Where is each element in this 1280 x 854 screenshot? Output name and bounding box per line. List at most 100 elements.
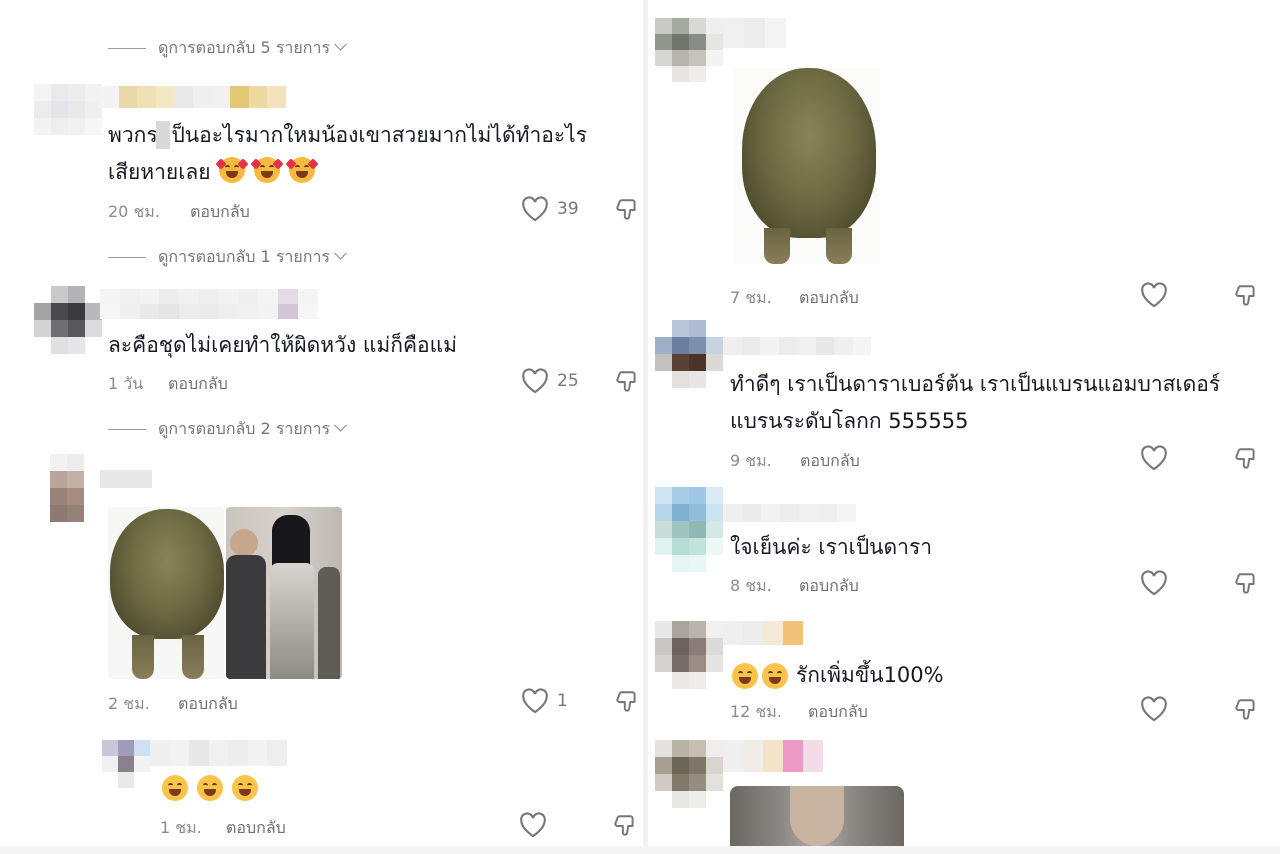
view-replies-label: ดูการตอบกลับ 2 รายการ (158, 419, 331, 438)
tortoise-shell-image (742, 68, 876, 238)
username[interactable] (100, 86, 286, 108)
reply-button[interactable]: ตอบกลับ (800, 449, 860, 474)
avatar[interactable] (50, 454, 84, 522)
reply-button[interactable]: ตอบกลับ (799, 286, 859, 311)
comment-text-row: รักเพิ่มขึ้น100% (730, 659, 944, 692)
comment-image-tortoise[interactable] (734, 68, 880, 264)
avatar[interactable] (102, 740, 150, 788)
person-dress (270, 563, 314, 679)
like-button[interactable] (1140, 445, 1168, 471)
thumbs-down-icon[interactable] (1233, 697, 1259, 723)
heart-outline-icon (522, 196, 548, 222)
username[interactable] (723, 740, 823, 772)
thumbs-down-icon[interactable] (1233, 571, 1259, 597)
avatar[interactable] (655, 740, 723, 808)
tears-of-joy-icon (762, 662, 788, 689)
thumbs-down-icon[interactable] (614, 369, 640, 395)
heart-outline-icon (522, 368, 548, 394)
avatar[interactable] (655, 18, 723, 82)
username[interactable] (723, 621, 803, 645)
heart-outline-icon (1141, 696, 1167, 722)
comment-emojis (160, 775, 259, 801)
chevron-down-icon (334, 37, 347, 51)
smiling-face-with-hearts-icon (250, 157, 284, 183)
comments-column-right: 7 ชม. ตอบกลับ ทำดีๆ เราเป็นดาราเบอร์ต้น … (648, 0, 1280, 846)
like-button[interactable] (1140, 570, 1168, 596)
like-button[interactable] (519, 812, 547, 838)
smiling-face-with-hearts-icon (284, 157, 319, 183)
divider-line (108, 48, 146, 49)
bottom-border (0, 846, 1280, 854)
like-count: 39 (557, 199, 579, 219)
username[interactable] (150, 740, 287, 766)
timestamp: 7 ชม. (730, 288, 772, 307)
username[interactable] (100, 470, 152, 488)
avatar[interactable] (34, 84, 102, 135)
heart-outline-icon (520, 812, 546, 838)
like-button[interactable]: 25 (521, 368, 579, 394)
heart-outline-icon (1141, 282, 1167, 308)
thumbs-down-icon[interactable] (614, 689, 640, 715)
view-replies-button[interactable]: ดูการตอบกลับ 2 รายการ (108, 417, 347, 442)
thumbs-down-icon[interactable] (612, 813, 638, 839)
view-replies-button[interactable]: ดูการตอบกลับ 5 รายการ (108, 36, 347, 61)
heart-outline-icon (1141, 445, 1167, 471)
reply-button[interactable]: ตอบกลับ (799, 574, 859, 599)
comment-text-line2: เสียหายเลย (108, 154, 319, 191)
tears-of-joy-icon (732, 662, 758, 689)
person-head (230, 529, 258, 557)
view-replies-label: ดูการตอบกลับ 1 รายการ (158, 247, 331, 266)
username[interactable] (723, 504, 856, 522)
person-bystander (318, 567, 340, 679)
tortoise-leg (764, 228, 790, 264)
like-count: 1 (557, 691, 568, 711)
thumbs-down-icon[interactable] (1233, 283, 1259, 309)
username[interactable] (723, 18, 786, 48)
comment-text: พวกร เป็นอะไรมากใหมน้องเขาสวยมากไม่ได้ทำ… (108, 123, 587, 147)
timestamp: 9 ชม. (730, 451, 772, 470)
divider-line (108, 429, 146, 430)
avatar[interactable] (34, 286, 102, 354)
like-button[interactable] (1140, 696, 1168, 722)
comment-image-photo[interactable] (730, 786, 904, 846)
heart-outline-icon (1141, 570, 1167, 596)
like-button[interactable]: 1 (521, 688, 568, 714)
username[interactable] (100, 289, 318, 319)
like-count: 25 (557, 371, 579, 391)
view-replies-label: ดูการตอบกลับ 5 รายการ (158, 38, 331, 57)
chevron-down-icon (334, 418, 347, 432)
reply-button[interactable]: ตอบกลับ (178, 692, 238, 717)
avatar[interactable] (655, 320, 723, 388)
grinning-face-icon (162, 775, 188, 801)
comment-text: รักเพิ่มขึ้น100% (796, 663, 944, 687)
comment-text-line2: แบรนระดับโลกก 555555 (730, 409, 969, 433)
chevron-down-icon (334, 246, 347, 260)
reply-button[interactable]: ตอบกลับ (190, 200, 250, 225)
username[interactable] (723, 337, 871, 355)
heart-outline-icon (522, 688, 548, 714)
timestamp: 8 ชม. (730, 576, 772, 595)
like-button[interactable] (1140, 282, 1168, 308)
comment-image-tortoise[interactable] (108, 507, 224, 679)
like-button[interactable]: 39 (521, 196, 579, 222)
comment-text: ละคือชุดไม่เคยทำให้ผิดหวัง แม่ก็คือแม่ (108, 333, 458, 357)
tortoise-shell-image (110, 509, 224, 639)
avatar[interactable] (655, 487, 723, 572)
grinning-face-icon (197, 775, 224, 801)
thumbs-down-icon[interactable] (1233, 446, 1259, 472)
timestamp: 1 ชม. (160, 818, 202, 837)
reply-button[interactable]: ตอบกลับ (808, 700, 868, 725)
timestamp: 20 ชม. (108, 202, 160, 221)
reply-button[interactable]: ตอบกลับ (168, 372, 228, 397)
thumbs-down-icon[interactable] (614, 197, 640, 223)
smiling-face-with-hearts-icon (215, 157, 249, 183)
comments-column-left: ดูการตอบกลับ 5 รายการ พวกร เป็นอะไรมากให… (0, 0, 644, 846)
comment-image-photo[interactable] (226, 507, 342, 679)
avatar[interactable] (655, 621, 723, 689)
timestamp: 12 ชม. (730, 702, 782, 721)
view-replies-button[interactable]: ดูการตอบกลับ 1 รายการ (108, 245, 347, 270)
divider-line (108, 257, 146, 258)
person-neck (790, 786, 844, 846)
timestamp: 1 วัน (108, 374, 144, 393)
reply-button[interactable]: ตอบกลับ (226, 816, 286, 841)
